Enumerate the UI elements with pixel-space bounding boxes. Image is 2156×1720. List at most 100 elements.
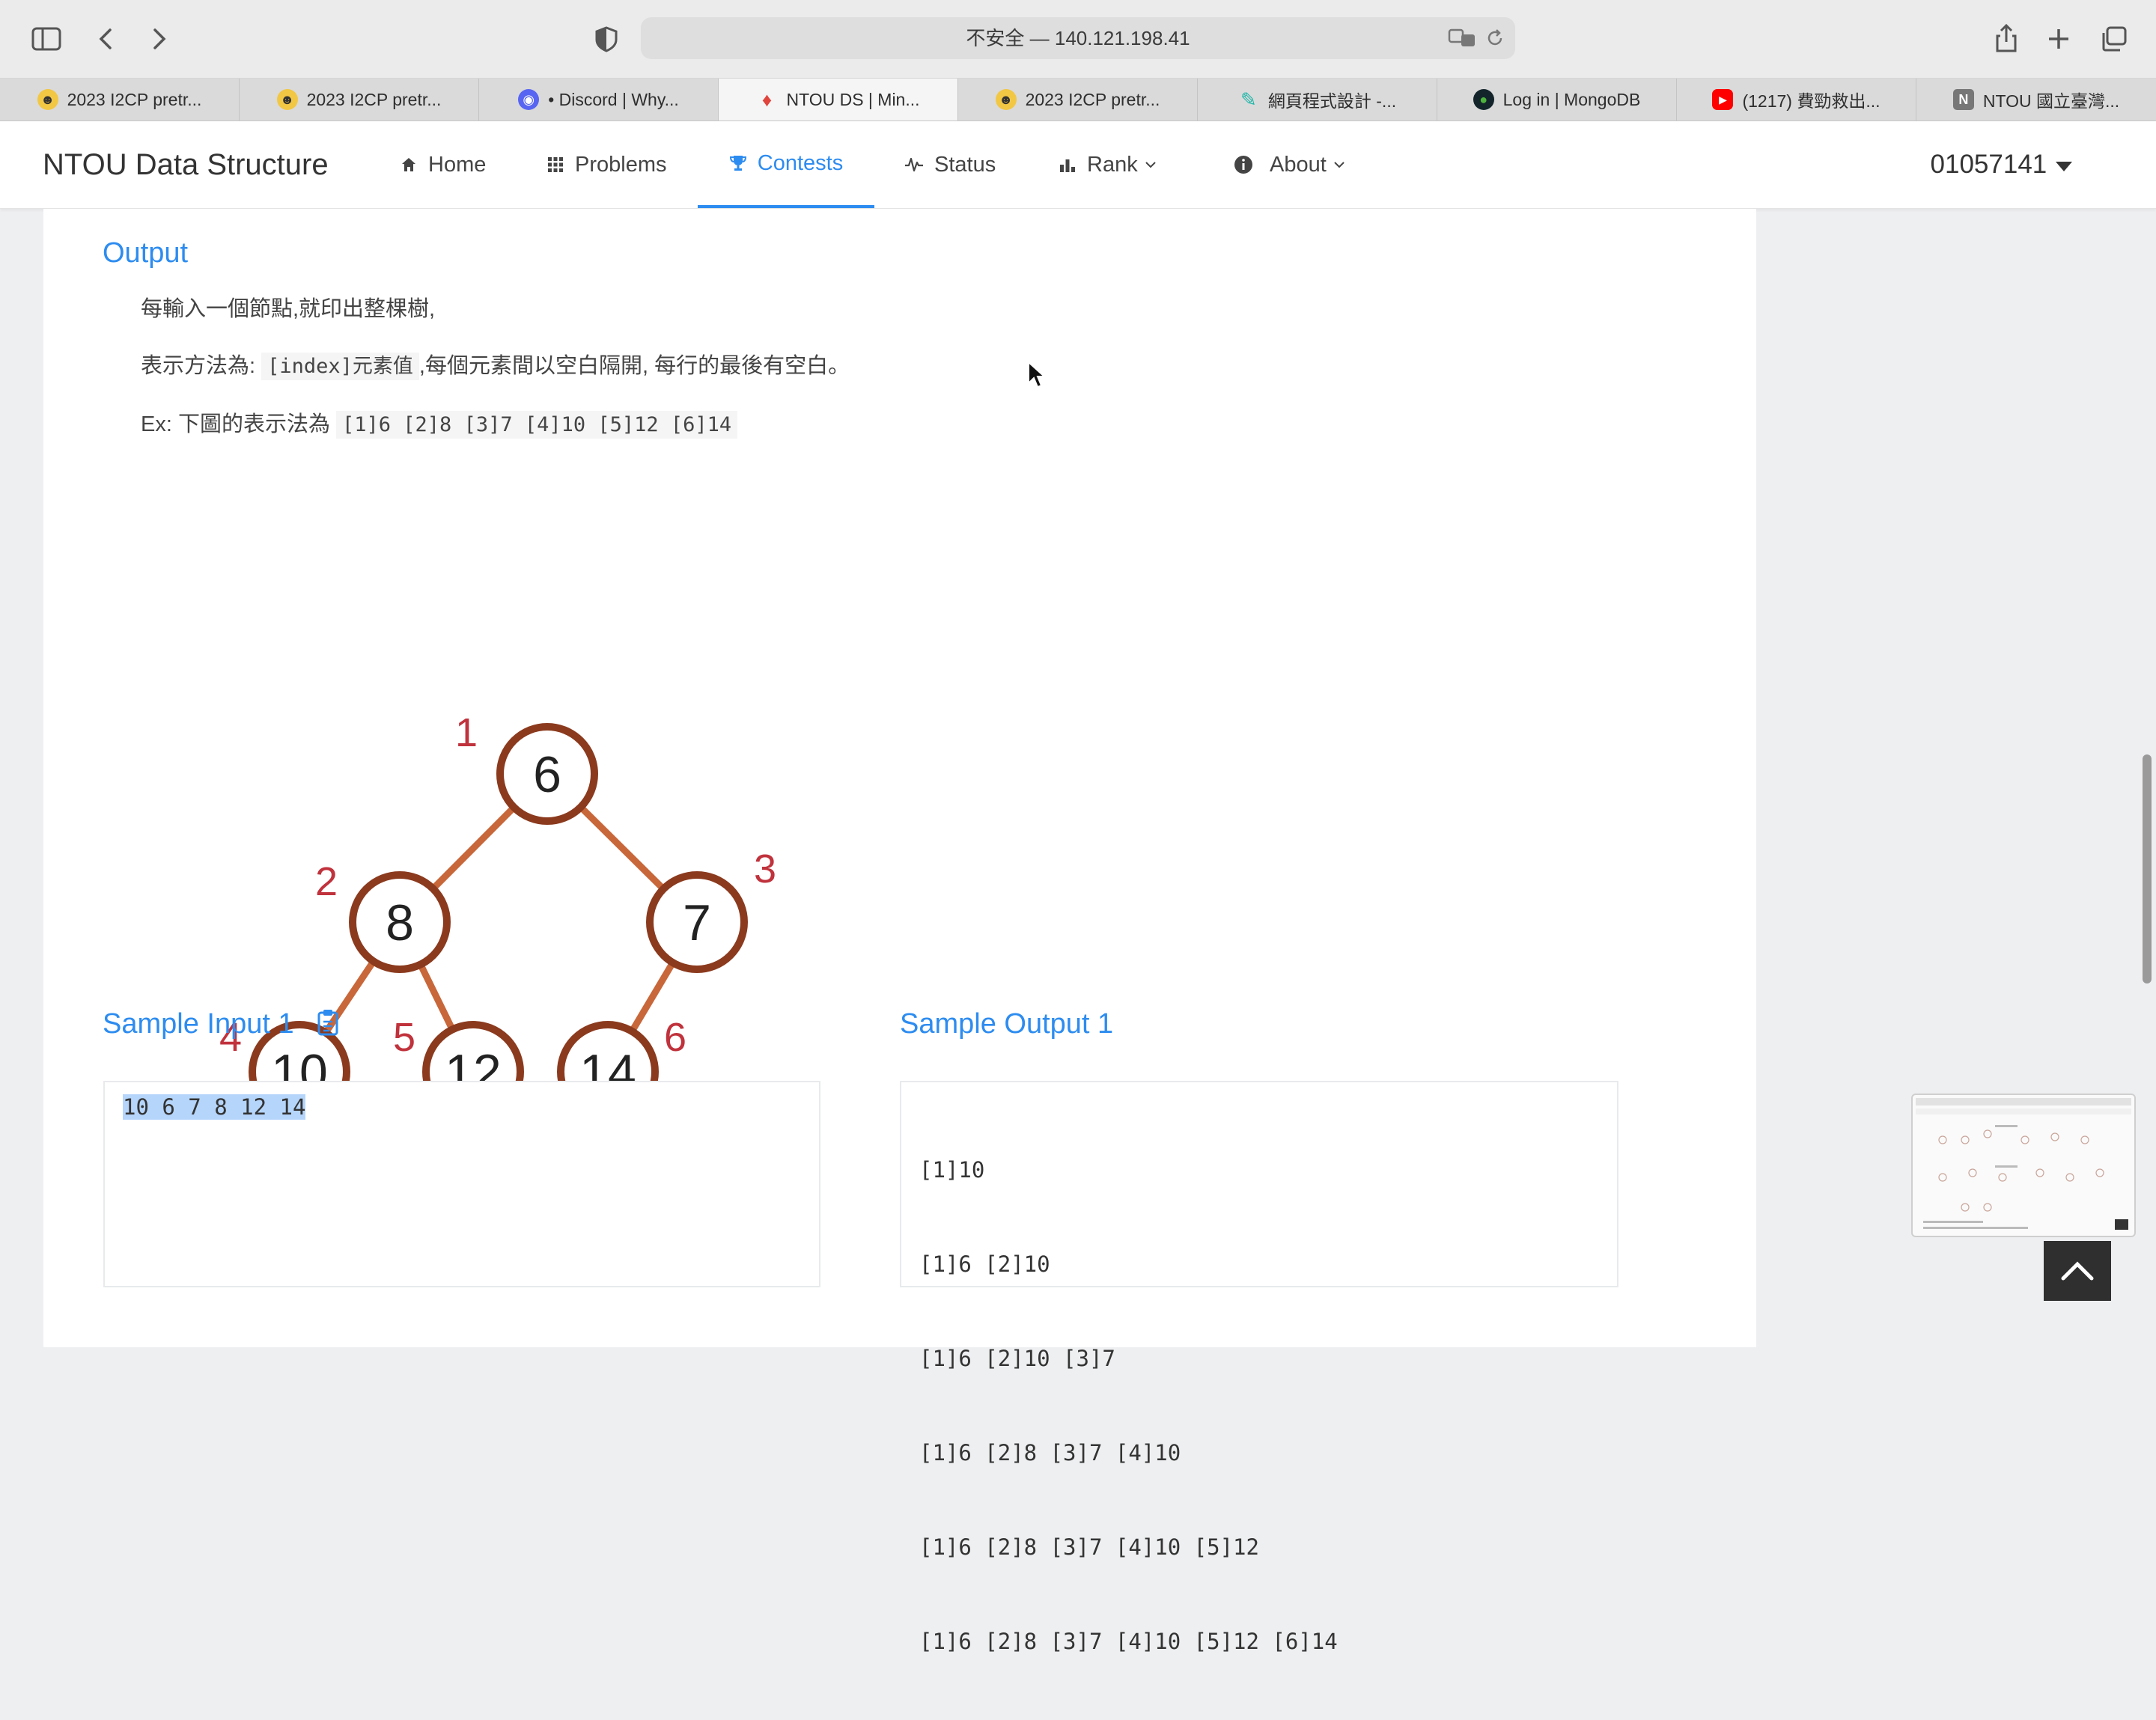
- mouse-cursor-icon: [1028, 361, 1047, 388]
- output-line-2-prefix: 表示方法為:: [141, 354, 262, 378]
- browser-tab[interactable]: N NTOU 國立臺灣...: [1916, 79, 2156, 121]
- output-line-2-suffix: ,每個元素間以空白隔開, 每行的最後有空白。: [418, 354, 850, 378]
- tree-node-value: 7: [683, 894, 711, 951]
- site-brand[interactable]: NTOU Data Structure: [43, 121, 329, 208]
- forward-button[interactable]: [138, 18, 180, 60]
- browser-tab-active[interactable]: ♦ NTOU DS | Min...: [719, 79, 958, 121]
- sidebar-icon: [31, 27, 61, 51]
- nav-about-dropdown[interactable]: About: [1234, 121, 1346, 208]
- back-button[interactable]: [85, 18, 127, 60]
- grid-icon: [548, 157, 563, 172]
- sample-output-box[interactable]: [1]10 [1]6 [2]10 [1]6 [2]10 [3]7 [1]6 [2…: [900, 1081, 1618, 1654]
- tab-label: • Discord | Why...: [548, 89, 679, 109]
- pen-icon: ✎: [1240, 88, 1257, 111]
- sample-input-title-text: Sample Input 1: [103, 1008, 294, 1040]
- tree-node-value: 6: [533, 746, 561, 803]
- tab-label: 網頁程式設計 -...: [1267, 91, 1397, 111]
- tab-label: (1217) 費勁救出...: [1742, 91, 1881, 111]
- discord-icon: ◉: [518, 89, 540, 110]
- index-format-code: [index]元素值: [261, 353, 419, 380]
- tab-overview-icon: [2102, 26, 2127, 52]
- output-description-line-3: Ex: 下圖的表示法為 [1]6 [2]8 [3]7 [4]10 [5]12 […: [141, 406, 738, 439]
- nav-status[interactable]: Status: [904, 121, 996, 208]
- home-icon: [402, 158, 415, 171]
- address-bar[interactable]: 不安全 — 140.121.198.41: [641, 17, 1515, 59]
- browser-tab-strip: ☻ 2023 I2CP pretr... ☻ 2023 I2CP pretr..…: [0, 79, 2156, 121]
- share-button[interactable]: [1985, 18, 2027, 60]
- tab-overview-button[interactable]: [2093, 18, 2135, 60]
- emoji-face-icon: ☻: [37, 89, 58, 110]
- privacy-shield-button[interactable]: [585, 18, 627, 60]
- page-scrollbar-thumb[interactable]: [2143, 754, 2152, 983]
- chevron-right-icon: [153, 28, 166, 49]
- plus-icon: [2049, 29, 2068, 49]
- browser-tab[interactable]: ● Log in | MongoDB: [1437, 79, 1677, 121]
- page-preview-thumbnail[interactable]: [1911, 1094, 2136, 1237]
- nav-home-label: Home: [428, 152, 487, 177]
- nav-status-label: Status: [934, 152, 996, 177]
- tab-label: 2023 I2CP pretr...: [306, 89, 442, 109]
- tab-label: Log in | MongoDB: [1502, 89, 1641, 109]
- pulse-icon: [905, 157, 923, 172]
- browser-tab[interactable]: ▶ (1217) 費勁救出...: [1677, 79, 1916, 121]
- sample-output-line: [1]6 [2]8 [3]7 [4]10: [919, 1440, 1181, 1466]
- output-description-line-2: 表示方法為: [index]元素值 ,每個元素間以空白隔開, 每行的最後有空白。: [141, 348, 850, 380]
- youtube-icon: ▶: [1712, 89, 1734, 110]
- tab-label: NTOU 國立臺灣...: [1982, 91, 2120, 111]
- problem-content-card: Output 每輸入一個節點,就印出整棵樹, 表示方法為: [index]元素值…: [43, 209, 1756, 1654]
- heap-tree-diagram: 618273104125146: [219, 710, 776, 1123]
- nav-problems-label: Problems: [575, 152, 667, 177]
- share-icon: [1996, 23, 2017, 52]
- chevron-left-icon: [99, 28, 112, 49]
- site-navbar: NTOU Data Structure Home Problems Contes…: [0, 121, 2156, 209]
- tree-node-index: 6: [664, 1015, 686, 1060]
- chevron-down-icon: [1334, 162, 1345, 168]
- tab-label: 2023 I2CP pretr...: [1025, 89, 1160, 109]
- nav-problems[interactable]: Problems: [546, 121, 667, 208]
- browser-tab[interactable]: ◉ • Discord | Why...: [479, 79, 719, 121]
- browser-tab[interactable]: ✎ 網頁程式設計 -...: [1198, 79, 1437, 121]
- trophy-icon: [729, 156, 746, 171]
- shield-icon: [595, 26, 618, 52]
- translate-icon[interactable]: [1448, 28, 1478, 49]
- bar-chart-icon: [1060, 159, 1075, 172]
- emoji-face-icon: ☻: [276, 89, 298, 110]
- balloon-icon: ♦: [761, 88, 773, 111]
- example-format-code: [1]6 [2]8 [3]7 [4]10 [5]12 [6]14: [336, 411, 738, 439]
- tree-node-index: 2: [315, 859, 338, 904]
- username: 01057141: [1930, 150, 2047, 179]
- sample-output-line: [1]6 [2]10: [919, 1251, 1050, 1277]
- browser-tab[interactable]: ☻ 2023 I2CP pretr...: [240, 79, 479, 121]
- user-menu-dropdown[interactable]: 01057141: [1931, 121, 2074, 208]
- nav-rank-dropdown[interactable]: Rank: [1059, 121, 1157, 208]
- sample-output-line: [1]6 [2]10 [3]7: [919, 1346, 1115, 1371]
- sample-output-line: [1]6 [2]8 [3]7 [4]10 [5]12 [6]14: [919, 1629, 1338, 1654]
- url-text: 不安全 — 140.121.198.41: [966, 27, 1190, 49]
- tab-label: NTOU DS | Min...: [786, 89, 920, 109]
- browser-tab[interactable]: ☻ 2023 I2CP pretr...: [0, 79, 240, 121]
- nav-home[interactable]: Home: [400, 121, 486, 208]
- sample-output-line: [1]6 [2]8 [3]7 [4]10 [5]12: [919, 1534, 1259, 1560]
- sample-output-line: [1]10: [919, 1157, 985, 1183]
- output-line-3-prefix: Ex: 下圖的表示法為: [141, 412, 337, 436]
- emoji-face-icon: ☻: [995, 89, 1017, 110]
- nav-contests-label: Contests: [757, 150, 844, 175]
- nav-contests[interactable]: Contests: [698, 121, 874, 208]
- tree-node-index: 5: [393, 1015, 415, 1060]
- sidebar-toggle-button[interactable]: [25, 18, 67, 60]
- reload-icon[interactable]: [1485, 28, 1505, 48]
- nav-about-label: About: [1270, 152, 1327, 177]
- tree-node-index: 3: [754, 847, 776, 891]
- clipboard-copy-icon[interactable]: [317, 1009, 339, 1036]
- new-tab-button[interactable]: [2038, 18, 2080, 60]
- chevron-up-icon: [2061, 1261, 2094, 1281]
- browser-tab[interactable]: ☻ 2023 I2CP pretr...: [958, 79, 1198, 121]
- back-to-top-button[interactable]: [2044, 1241, 2111, 1301]
- notion-icon: N: [1952, 89, 1974, 110]
- output-section-title: Output: [103, 237, 189, 269]
- info-icon: [1234, 156, 1252, 174]
- sample-input-box[interactable]: 10 6 7 8 12 14: [103, 1081, 820, 1287]
- mongodb-icon: ●: [1473, 89, 1494, 110]
- sample-input-text: 10 6 7 8 12 14: [123, 1094, 306, 1120]
- tree-nodes: 618273104125146: [219, 710, 776, 1123]
